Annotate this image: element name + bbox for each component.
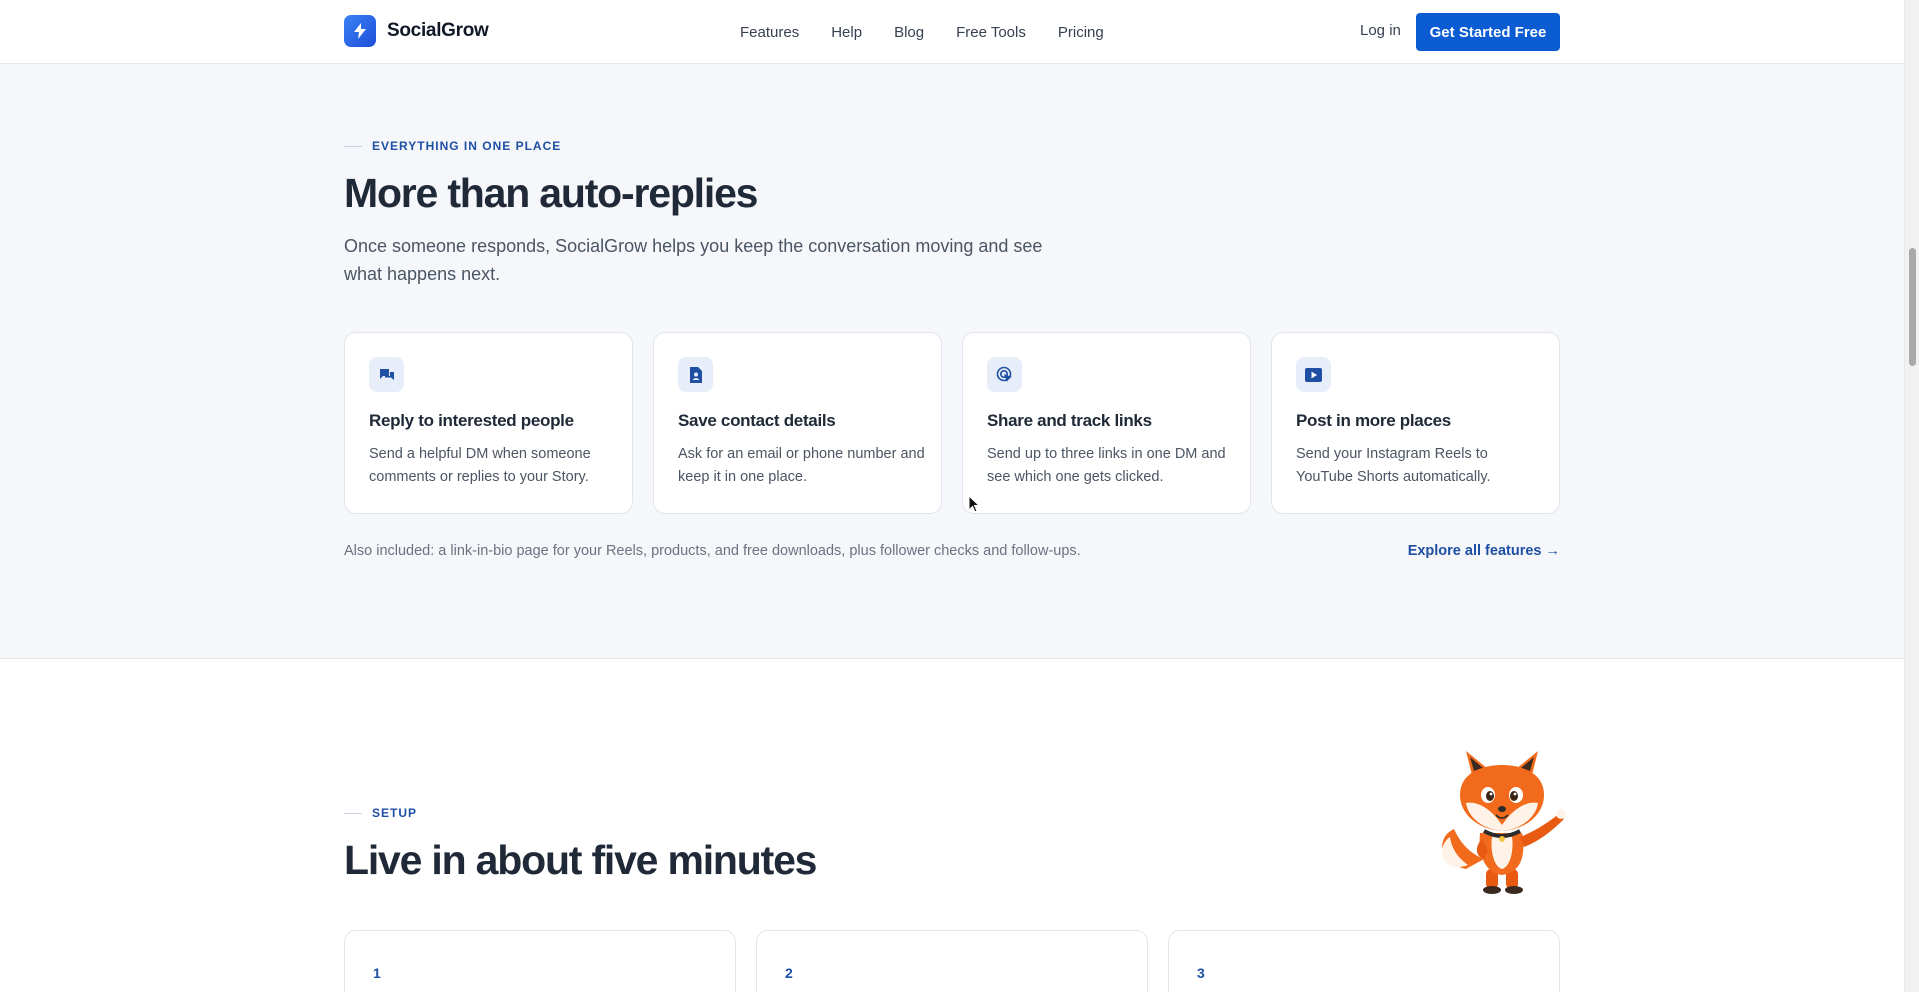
setup-eyebrow-text: SETUP bbox=[372, 806, 418, 820]
features-eyebrow: EVERYTHING IN ONE PLACE bbox=[344, 139, 561, 153]
feature-card-title: Save contact details bbox=[678, 411, 836, 430]
nav-pricing[interactable]: Pricing bbox=[1058, 24, 1104, 41]
nav-features[interactable]: Features bbox=[740, 24, 799, 41]
nav-help[interactable]: Help bbox=[831, 24, 862, 41]
lightning-bolt-icon bbox=[344, 15, 376, 47]
scrollbar-thumb[interactable] bbox=[1909, 248, 1916, 366]
feature-card-desc: Ask for an email or phone number and kee… bbox=[678, 446, 925, 485]
nav-free-tools[interactable]: Free Tools bbox=[956, 24, 1026, 41]
features-section: EVERYTHING IN ONE PLACE More than auto-r… bbox=[0, 64, 1904, 659]
feature-card-post[interactable]: Post in more places Send your Instagram … bbox=[1271, 332, 1560, 514]
also-included-text: Also included: a link-in-bio page for yo… bbox=[344, 543, 1081, 559]
feature-card-links[interactable]: Share and track links Send up to three l… bbox=[962, 332, 1251, 514]
brand-name: SocialGrow bbox=[387, 20, 489, 41]
get-started-button[interactable]: Get Started Free bbox=[1416, 13, 1560, 51]
feature-card-desc: Send a helpful DM when someone comments … bbox=[369, 446, 591, 485]
feature-card-title: Reply to interested people bbox=[369, 411, 574, 430]
feature-card-title: Post in more places bbox=[1296, 411, 1451, 430]
setup-step-2: 2 bbox=[756, 930, 1148, 992]
setup-step-1: 1 bbox=[344, 930, 736, 992]
explore-features-link[interactable]: Explore all features → bbox=[1408, 543, 1560, 559]
login-link[interactable]: Log in bbox=[1360, 22, 1401, 39]
step-number: 3 bbox=[1197, 965, 1205, 981]
setup-step-3: 3 bbox=[1168, 930, 1560, 992]
brand-logo[interactable]: SocialGrow bbox=[344, 15, 489, 47]
page-scrollbar[interactable] bbox=[1904, 0, 1919, 992]
video-play-icon bbox=[1296, 357, 1331, 392]
feature-card-desc: Send your Instagram Reels to YouTube Sho… bbox=[1296, 446, 1491, 485]
site-header: SocialGrow Features Help Blog Free Tools… bbox=[0, 0, 1904, 64]
feature-card-reply[interactable]: Reply to interested people Send a helpfu… bbox=[344, 332, 633, 514]
chat-bubbles-icon bbox=[369, 357, 404, 392]
feature-card-desc: Send up to three links in one DM and see… bbox=[987, 446, 1226, 485]
features-lead: Once someone responds, SocialGrow helps … bbox=[344, 236, 1043, 284]
feature-card-contact[interactable]: Save contact details Ask for an email or… bbox=[653, 332, 942, 514]
step-number: 1 bbox=[373, 965, 381, 981]
page: SocialGrow Features Help Blog Free Tools… bbox=[0, 0, 1904, 992]
eyebrow-divider bbox=[344, 812, 362, 814]
step-number: 2 bbox=[785, 965, 793, 981]
features-eyebrow-text: EVERYTHING IN ONE PLACE bbox=[372, 139, 562, 153]
main-nav: Features Help Blog Free Tools Pricing bbox=[740, 0, 1104, 64]
setup-title: Live in about five minutes bbox=[344, 837, 817, 883]
eyebrow-divider bbox=[344, 145, 362, 147]
click-tracking-icon bbox=[987, 357, 1022, 392]
feature-card-title: Share and track links bbox=[987, 411, 1152, 430]
setup-eyebrow: SETUP bbox=[344, 806, 417, 820]
fox-mascot-image bbox=[1442, 751, 1566, 894]
mouse-cursor-icon bbox=[968, 495, 980, 513]
features-title: More than auto-replies bbox=[344, 170, 758, 216]
setup-section: SETUP Live in about five minutes 1 2 3 bbox=[0, 659, 1904, 992]
contact-card-icon bbox=[678, 357, 713, 392]
nav-blog[interactable]: Blog bbox=[894, 24, 924, 41]
